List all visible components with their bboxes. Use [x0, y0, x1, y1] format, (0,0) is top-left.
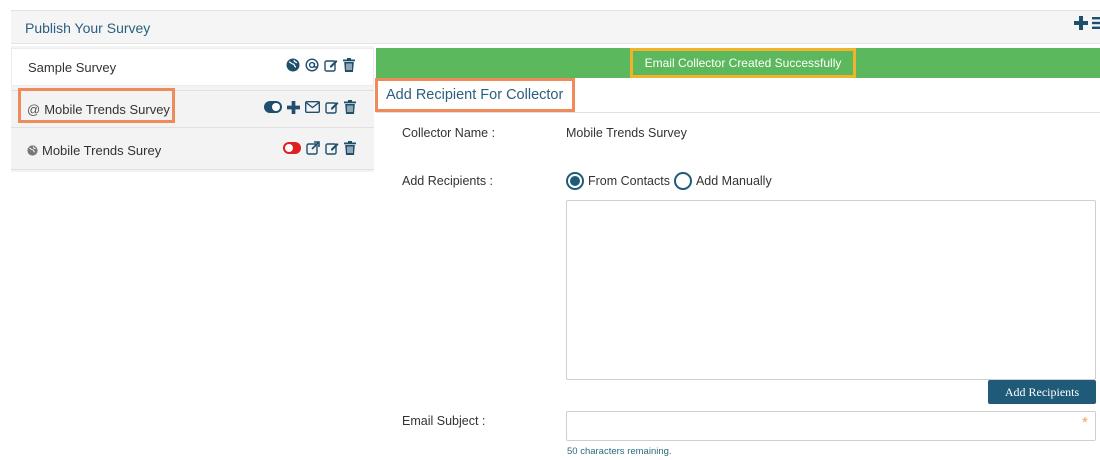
- globe-icon[interactable]: [286, 58, 300, 72]
- section-title: Add Recipient For Collector: [386, 87, 564, 103]
- edit-icon[interactable]: [325, 100, 339, 114]
- trash-icon[interactable]: [344, 100, 356, 114]
- collector-name-value: Mobile Trends Survey: [566, 126, 687, 140]
- mail-icon[interactable]: [305, 101, 320, 113]
- page-header: Publish Your Survey: [11, 10, 1100, 44]
- menu-icon[interactable]: [1092, 16, 1100, 30]
- trash-icon[interactable]: [343, 58, 355, 72]
- add-recipients-label: Add Recipients :: [402, 174, 494, 188]
- at-icon[interactable]: [305, 58, 319, 72]
- success-message: Email Collector Created Successfully: [630, 48, 856, 78]
- add-recipients-button[interactable]: Add Recipients: [988, 380, 1096, 404]
- required-asterisk-icon: *: [1082, 414, 1088, 431]
- globe-icon: [27, 145, 38, 156]
- toggle-on-icon[interactable]: [264, 101, 282, 113]
- characters-remaining: 50 characters remaining.: [567, 446, 672, 457]
- edit-icon[interactable]: [324, 58, 338, 72]
- edit-icon[interactable]: [325, 141, 339, 155]
- survey-list-item[interactable]: Sample Survey: [11, 48, 374, 86]
- page-title: Publish Your Survey: [25, 20, 151, 36]
- plus-icon[interactable]: [287, 100, 300, 114]
- survey-name: Sample Survey: [28, 60, 117, 75]
- section-divider: [376, 112, 1100, 113]
- add-manually-radio[interactable]: [673, 172, 692, 190]
- email-subject-label: Email Subject :: [402, 414, 486, 428]
- external-link-icon[interactable]: [306, 141, 320, 155]
- survey-name: Mobile Trends Surey: [42, 143, 162, 158]
- from-contacts-label[interactable]: From Contacts: [588, 174, 670, 188]
- from-contacts-radio[interactable]: [566, 172, 584, 190]
- recipients-textarea[interactable]: [566, 200, 1096, 380]
- plus-icon[interactable]: [1074, 16, 1088, 30]
- toggle-off-icon[interactable]: [283, 142, 301, 154]
- email-subject-input[interactable]: [566, 411, 1096, 441]
- add-manually-label[interactable]: Add Manually: [696, 174, 772, 188]
- survey-list-item[interactable]: Mobile Trends Surey: [11, 132, 374, 170]
- recipient-source-radio-group: From Contacts Add Manually: [566, 172, 772, 190]
- collector-name-label: Collector Name :: [402, 126, 496, 140]
- highlight-box: [18, 88, 175, 123]
- section-title-box: Add Recipient For Collector: [375, 78, 575, 112]
- trash-icon[interactable]: [344, 141, 356, 155]
